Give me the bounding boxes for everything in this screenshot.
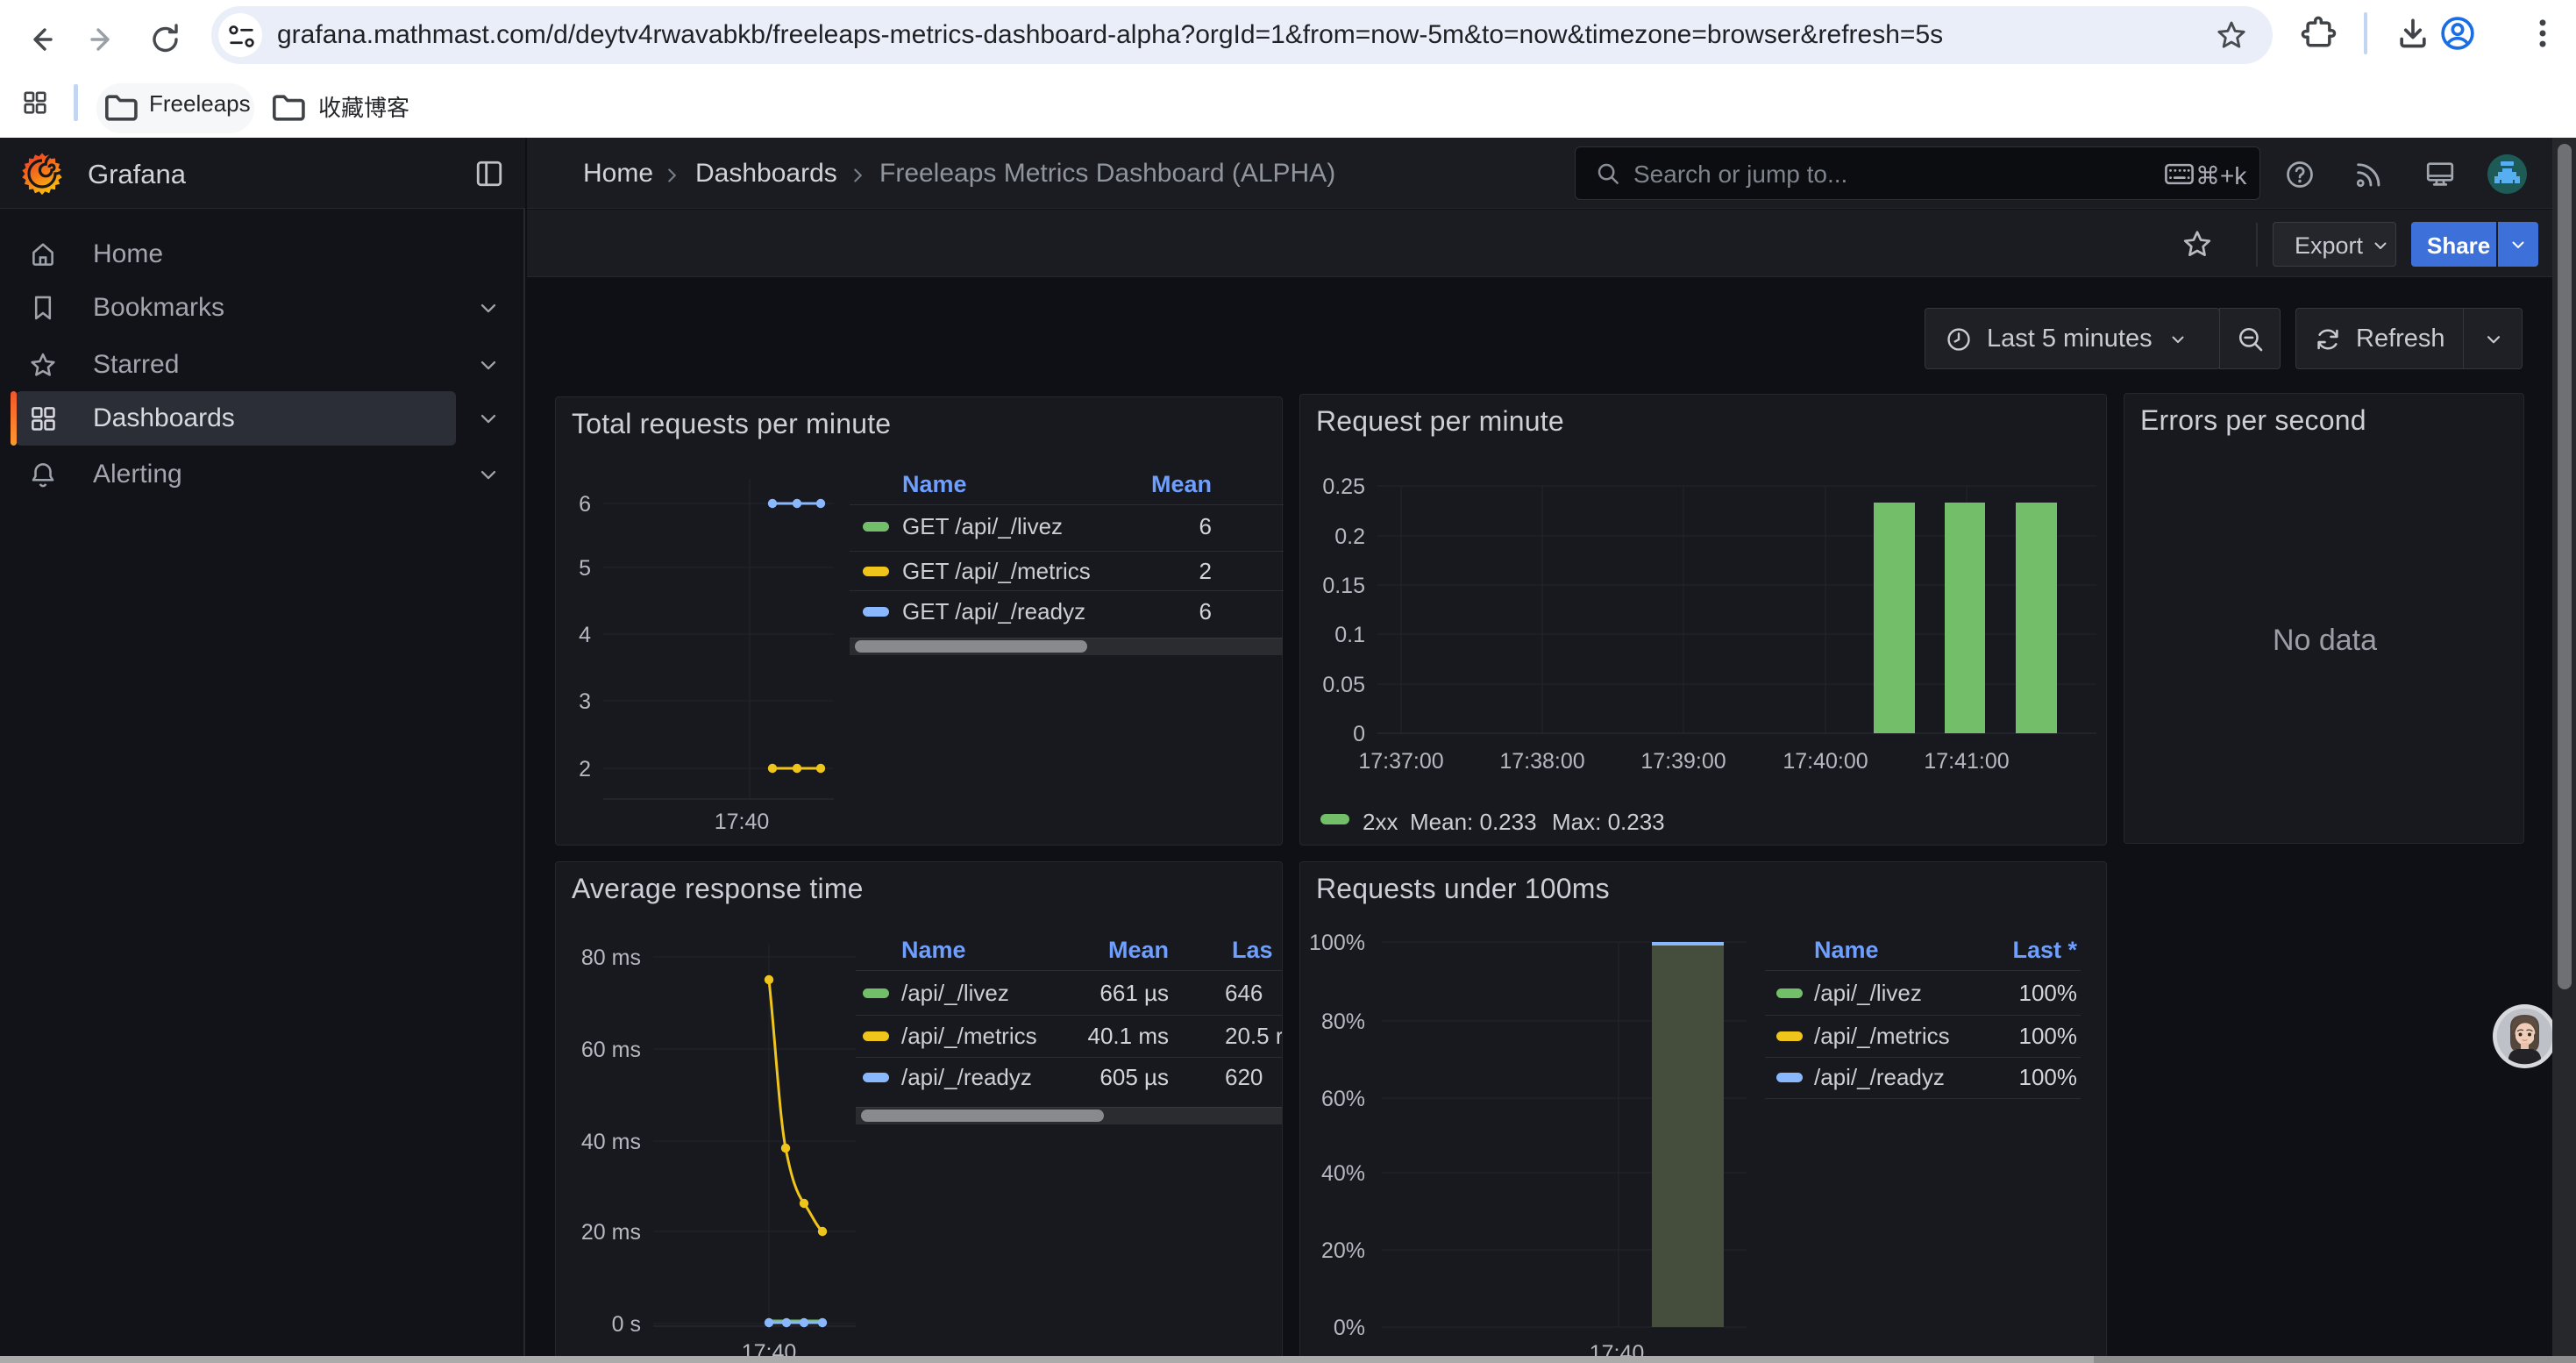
svg-text:80%: 80% (1321, 1010, 1365, 1034)
svg-text:80 ms: 80 ms (581, 946, 641, 970)
svg-text:20 ms: 20 ms (581, 1220, 641, 1245)
svg-text:20%: 20% (1321, 1238, 1365, 1263)
svg-text:0.25: 0.25 (1322, 475, 1365, 499)
svg-text:40 ms: 40 ms (581, 1130, 641, 1154)
svg-text:0: 0 (1353, 722, 1365, 746)
svg-text:0.05: 0.05 (1322, 673, 1365, 697)
svg-text:2: 2 (579, 757, 591, 781)
svg-text:3: 3 (579, 689, 591, 714)
svg-text:17:41:00: 17:41:00 (1924, 749, 2009, 774)
svg-text:60 ms: 60 ms (581, 1038, 641, 1062)
svg-text:0.1: 0.1 (1334, 623, 1365, 647)
svg-text:0.15: 0.15 (1322, 574, 1365, 598)
svg-text:17:37:00: 17:37:00 (1358, 749, 1443, 774)
svg-text:6: 6 (579, 492, 591, 517)
svg-text:0%: 0% (1334, 1316, 1365, 1340)
svg-text:100%: 100% (1309, 931, 1365, 955)
svg-text:17:40:00: 17:40:00 (1783, 749, 1868, 774)
svg-text:40%: 40% (1321, 1161, 1365, 1186)
svg-text:17:38:00: 17:38:00 (1499, 749, 1584, 774)
svg-text:4: 4 (579, 623, 591, 647)
svg-text:0.2: 0.2 (1334, 525, 1365, 549)
svg-text:0 s: 0 s (612, 1312, 641, 1337)
svg-text:17:40: 17:40 (715, 810, 770, 834)
svg-text:5: 5 (579, 556, 591, 581)
svg-text:17:39:00: 17:39:00 (1640, 749, 1726, 774)
svg-text:60%: 60% (1321, 1087, 1365, 1111)
